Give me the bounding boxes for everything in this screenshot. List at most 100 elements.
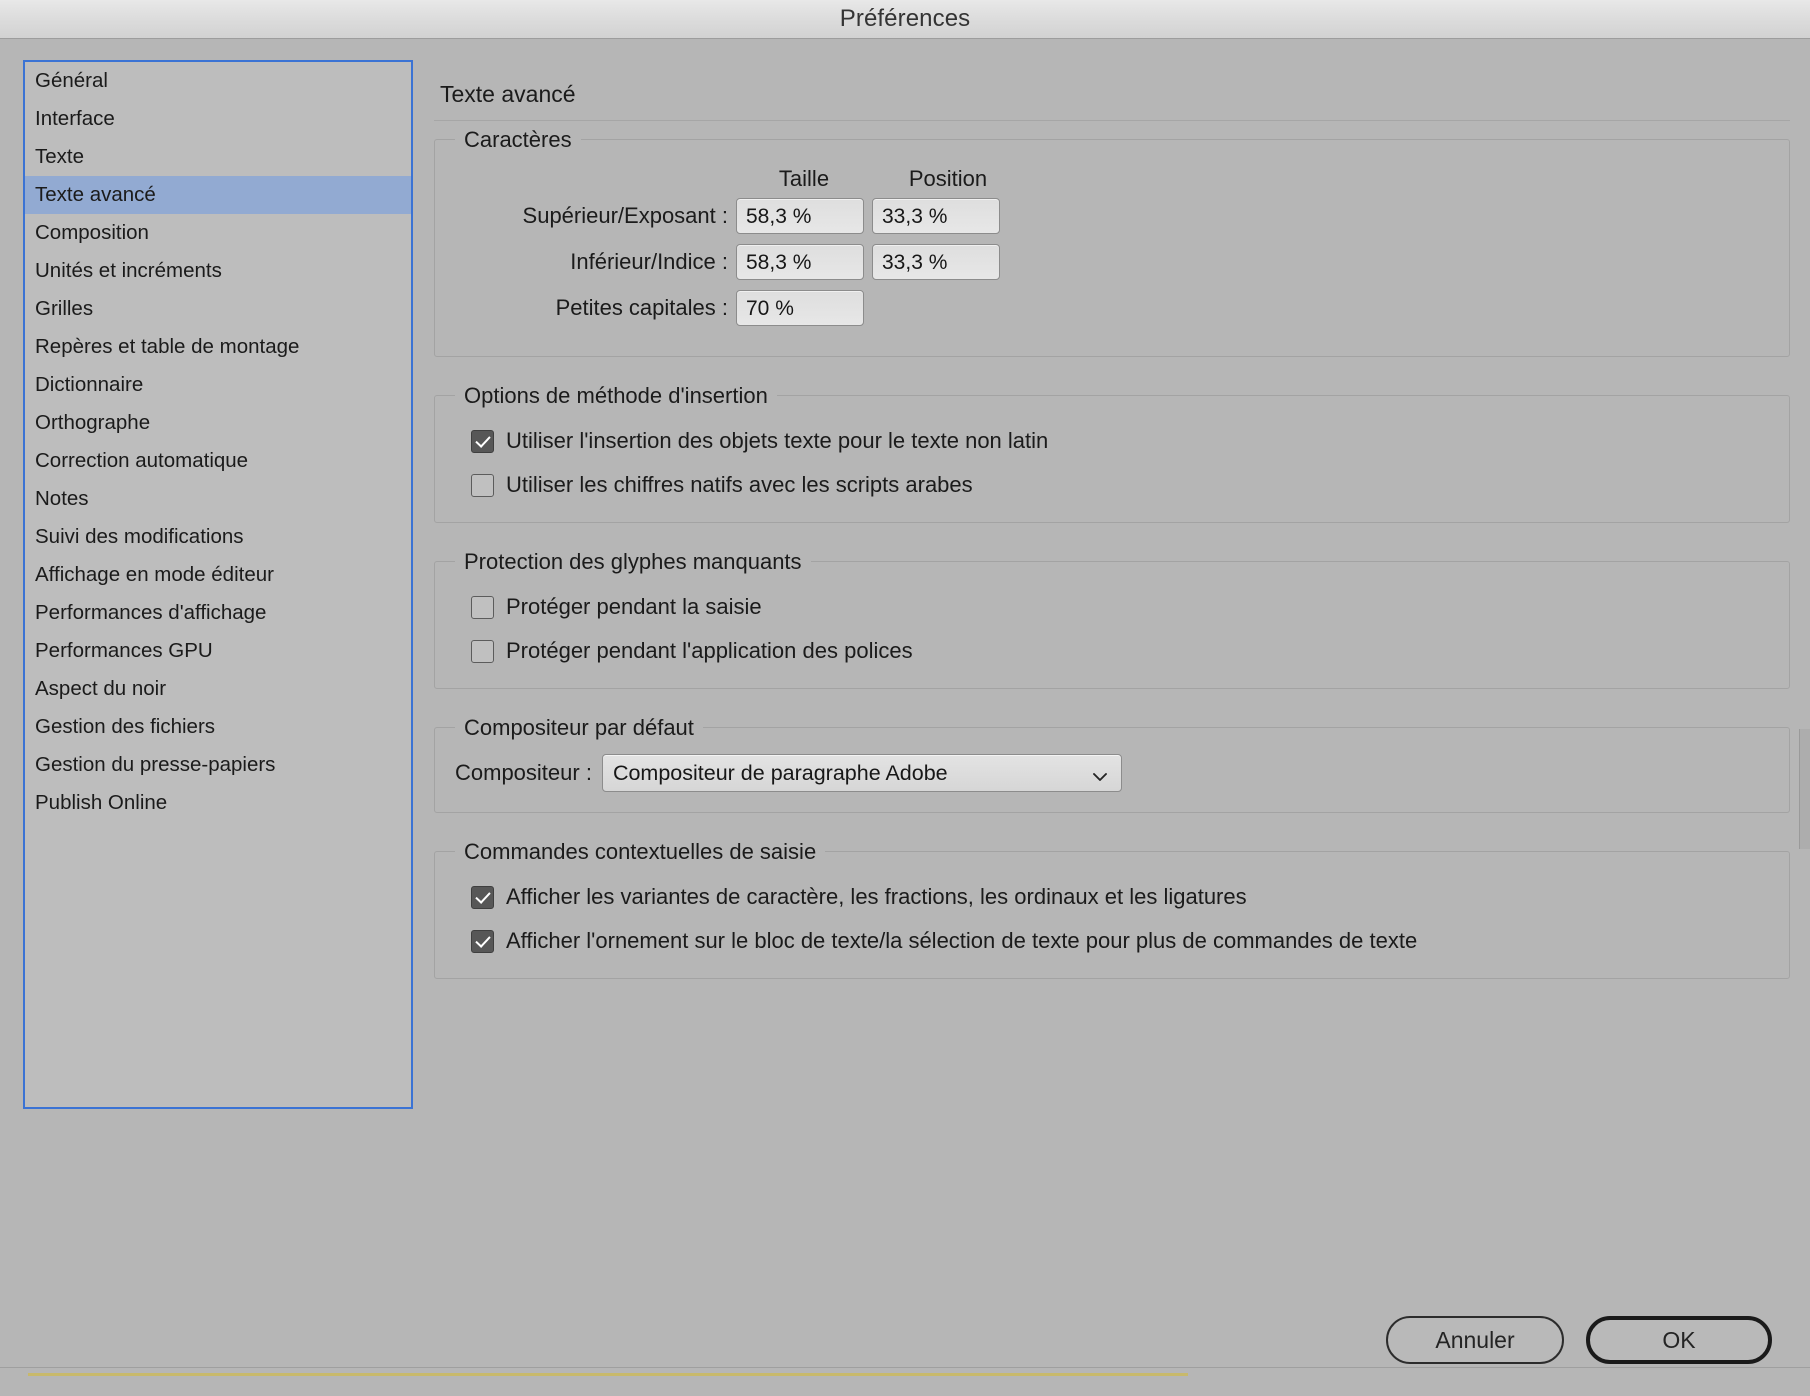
sidebar-item-label: Interface [35,107,115,130]
checkbox-checked-icon[interactable] [471,885,494,909]
sidebar-item-texte-avance[interactable]: Texte avancé [25,176,411,214]
sidebar-item-interface[interactable]: Interface [25,100,411,138]
composer-select[interactable]: Compositeur de paragraphe Adobe [601,754,1122,792]
characters-group: Caractères Taille Position Supérieur/Exp… [434,127,1790,357]
checkbox-unchecked-icon[interactable] [471,595,494,619]
sidebar-item-grilles[interactable]: Grilles [25,290,411,328]
checkbox-unchecked-icon[interactable] [471,639,494,663]
page-title-divider [434,120,1790,121]
sidebar-item-performances-daffichage[interactable]: Performances d'affichage [25,594,411,632]
missing-glyph-group: Protection des glyphes manquants Protége… [434,549,1790,689]
sidebar-item-label: Notes [35,487,89,510]
superscript-size-input[interactable]: 58,3 % [736,198,864,234]
superscript-label: Supérieur/Exposant : [522,203,728,228]
superscript-row: Supérieur/Exposant : 58,3 % 33,3 % [453,198,1771,234]
preferences-dialog-body: Général Interface Texte Texte avancé Com… [0,39,1810,1396]
small-caps-row: Petites capitales : 70 % [453,290,1771,326]
input-method-group-legend: Options de méthode d'insertion [455,383,777,409]
missing-glyph-option-font-apply-label: Protéger pendant l'application des polic… [506,638,913,663]
characters-group-legend: Caractères [455,127,581,153]
sidebar-item-label: Performances GPU [35,639,213,662]
contextual-option-ornament[interactable]: Afficher l'ornement sur le bloc de texte… [471,928,1771,954]
missing-glyph-group-legend: Protection des glyphes manquants [455,549,811,575]
sidebar-item-label: Performances d'affichage [35,601,267,624]
background-ruler [28,1373,1188,1376]
input-method-group: Options de méthode d'insertion Utiliser … [434,383,1790,523]
sidebar-item-label: Gestion du presse-papiers [35,753,276,776]
sidebar-item-notes[interactable]: Notes [25,480,411,518]
window-title-bar: Préférences [0,0,1810,39]
sidebar-item-label: Unités et incréments [35,259,222,282]
small-caps-label: Petites capitales : [555,295,728,320]
sidebar-item-label: Aspect du noir [35,677,167,700]
sidebar-item-label: Repères et table de montage [35,335,300,358]
input-method-option-non-latin[interactable]: Utiliser l'insertion des objets texte po… [471,428,1771,454]
sidebar-item-label: Composition [35,221,149,244]
contextual-option-ornament-label: Afficher l'ornement sur le bloc de texte… [506,928,1418,953]
sidebar-item-general[interactable]: Général [25,62,411,100]
sidebar-item-label: Dictionnaire [35,373,144,396]
sidebar-item-suivi-des-modifications[interactable]: Suivi des modifications [25,518,411,556]
sidebar-item-affichage-en-mode-editeur[interactable]: Affichage en mode éditeur [25,556,411,594]
dialog-footer: Annuler OK [1386,1316,1772,1364]
sidebar-item-correction-automatique[interactable]: Correction automatique [25,442,411,480]
sidebar-item-publish-online[interactable]: Publish Online [25,784,411,822]
default-composer-group: Compositeur par défaut Compositeur : Com… [434,715,1790,813]
sidebar-item-label: Texte avancé [35,183,156,206]
composer-row: Compositeur : Compositeur de paragraphe … [455,754,1771,792]
column-header-taille: Taille [778,166,830,191]
sidebar-item-label: Orthographe [35,411,151,434]
checkbox-checked-icon[interactable] [471,929,494,953]
contextual-option-alternates-label: Afficher les variantes de caractère, les… [506,884,1247,909]
sidebar-item-label: Publish Online [35,791,168,814]
characters-header-spacer [453,166,736,192]
chevron-down-icon [1093,769,1107,781]
missing-glyph-option-font-apply[interactable]: Protéger pendant l'application des polic… [471,638,1771,664]
subscript-size-input[interactable]: 58,3 % [736,244,864,280]
sidebar-item-label: Gestion des fichiers [35,715,216,738]
sidebar-item-composition[interactable]: Composition [25,214,411,252]
sidebar-item-dictionnaire[interactable]: Dictionnaire [25,366,411,404]
sidebar-item-performances-gpu[interactable]: Performances GPU [25,632,411,670]
background-window-strip [0,1367,1810,1396]
input-method-option-arabic-digits-label: Utiliser les chiffres natifs avec les sc… [506,472,973,497]
small-caps-size-input[interactable]: 70 % [736,290,864,326]
characters-column-headers: Taille Position [453,166,1771,192]
sidebar-item-label: Général [35,69,108,92]
composer-select-value: Compositeur de paragraphe Adobe [612,760,948,785]
sidebar-item-orthographe[interactable]: Orthographe [25,404,411,442]
sidebar-item-label: Grilles [35,297,94,320]
checkbox-checked-icon[interactable] [471,429,494,453]
window-title: Préférences [839,5,971,32]
sidebar-item-texte[interactable]: Texte [25,138,411,176]
sidebar-item-gestion-du-presse-papiers[interactable]: Gestion du presse-papiers [25,746,411,784]
cancel-button[interactable]: Annuler [1386,1316,1564,1364]
sidebar-item-aspect-du-noir[interactable]: Aspect du noir [25,670,411,708]
sidebar-item-label: Suivi des modifications [35,525,244,548]
contextual-controls-group: Commandes contextuelles de saisie Affich… [434,839,1790,979]
background-window-edge [1799,729,1810,849]
checkbox-unchecked-icon[interactable] [471,473,494,497]
missing-glyph-option-typing[interactable]: Protéger pendant la saisie [471,594,1771,620]
contextual-controls-group-legend: Commandes contextuelles de saisie [455,839,826,865]
contextual-option-alternates[interactable]: Afficher les variantes de caractère, les… [471,884,1771,910]
input-method-option-non-latin-label: Utiliser l'insertion des objets texte po… [506,428,1049,453]
preferences-category-list[interactable]: Général Interface Texte Texte avancé Com… [23,60,413,1109]
subscript-position-input[interactable]: 33,3 % [872,244,1000,280]
default-composer-group-legend: Compositeur par défaut [455,715,703,741]
ok-button[interactable]: OK [1586,1316,1772,1364]
sidebar-item-label: Correction automatique [35,449,249,472]
sidebar-item-gestion-des-fichiers[interactable]: Gestion des fichiers [25,708,411,746]
page-title: Texte avancé [440,81,576,107]
input-method-option-arabic-digits[interactable]: Utiliser les chiffres natifs avec les sc… [471,472,1771,498]
preferences-main-pane: Texte avancé Caractères Taille Position … [434,59,1790,1017]
subscript-row: Inférieur/Indice : 58,3 % 33,3 % [453,244,1771,280]
composer-field-label: Compositeur : [455,760,592,785]
sidebar-item-reperes-et-table-de-montage[interactable]: Repères et table de montage [25,328,411,366]
sidebar-item-unites-et-increments[interactable]: Unités et incréments [25,252,411,290]
column-header-position: Position [908,166,988,191]
sidebar-item-label: Affichage en mode éditeur [35,563,274,586]
superscript-position-input[interactable]: 33,3 % [872,198,1000,234]
subscript-label: Inférieur/Indice : [570,249,728,274]
sidebar-item-label: Texte [35,145,84,168]
